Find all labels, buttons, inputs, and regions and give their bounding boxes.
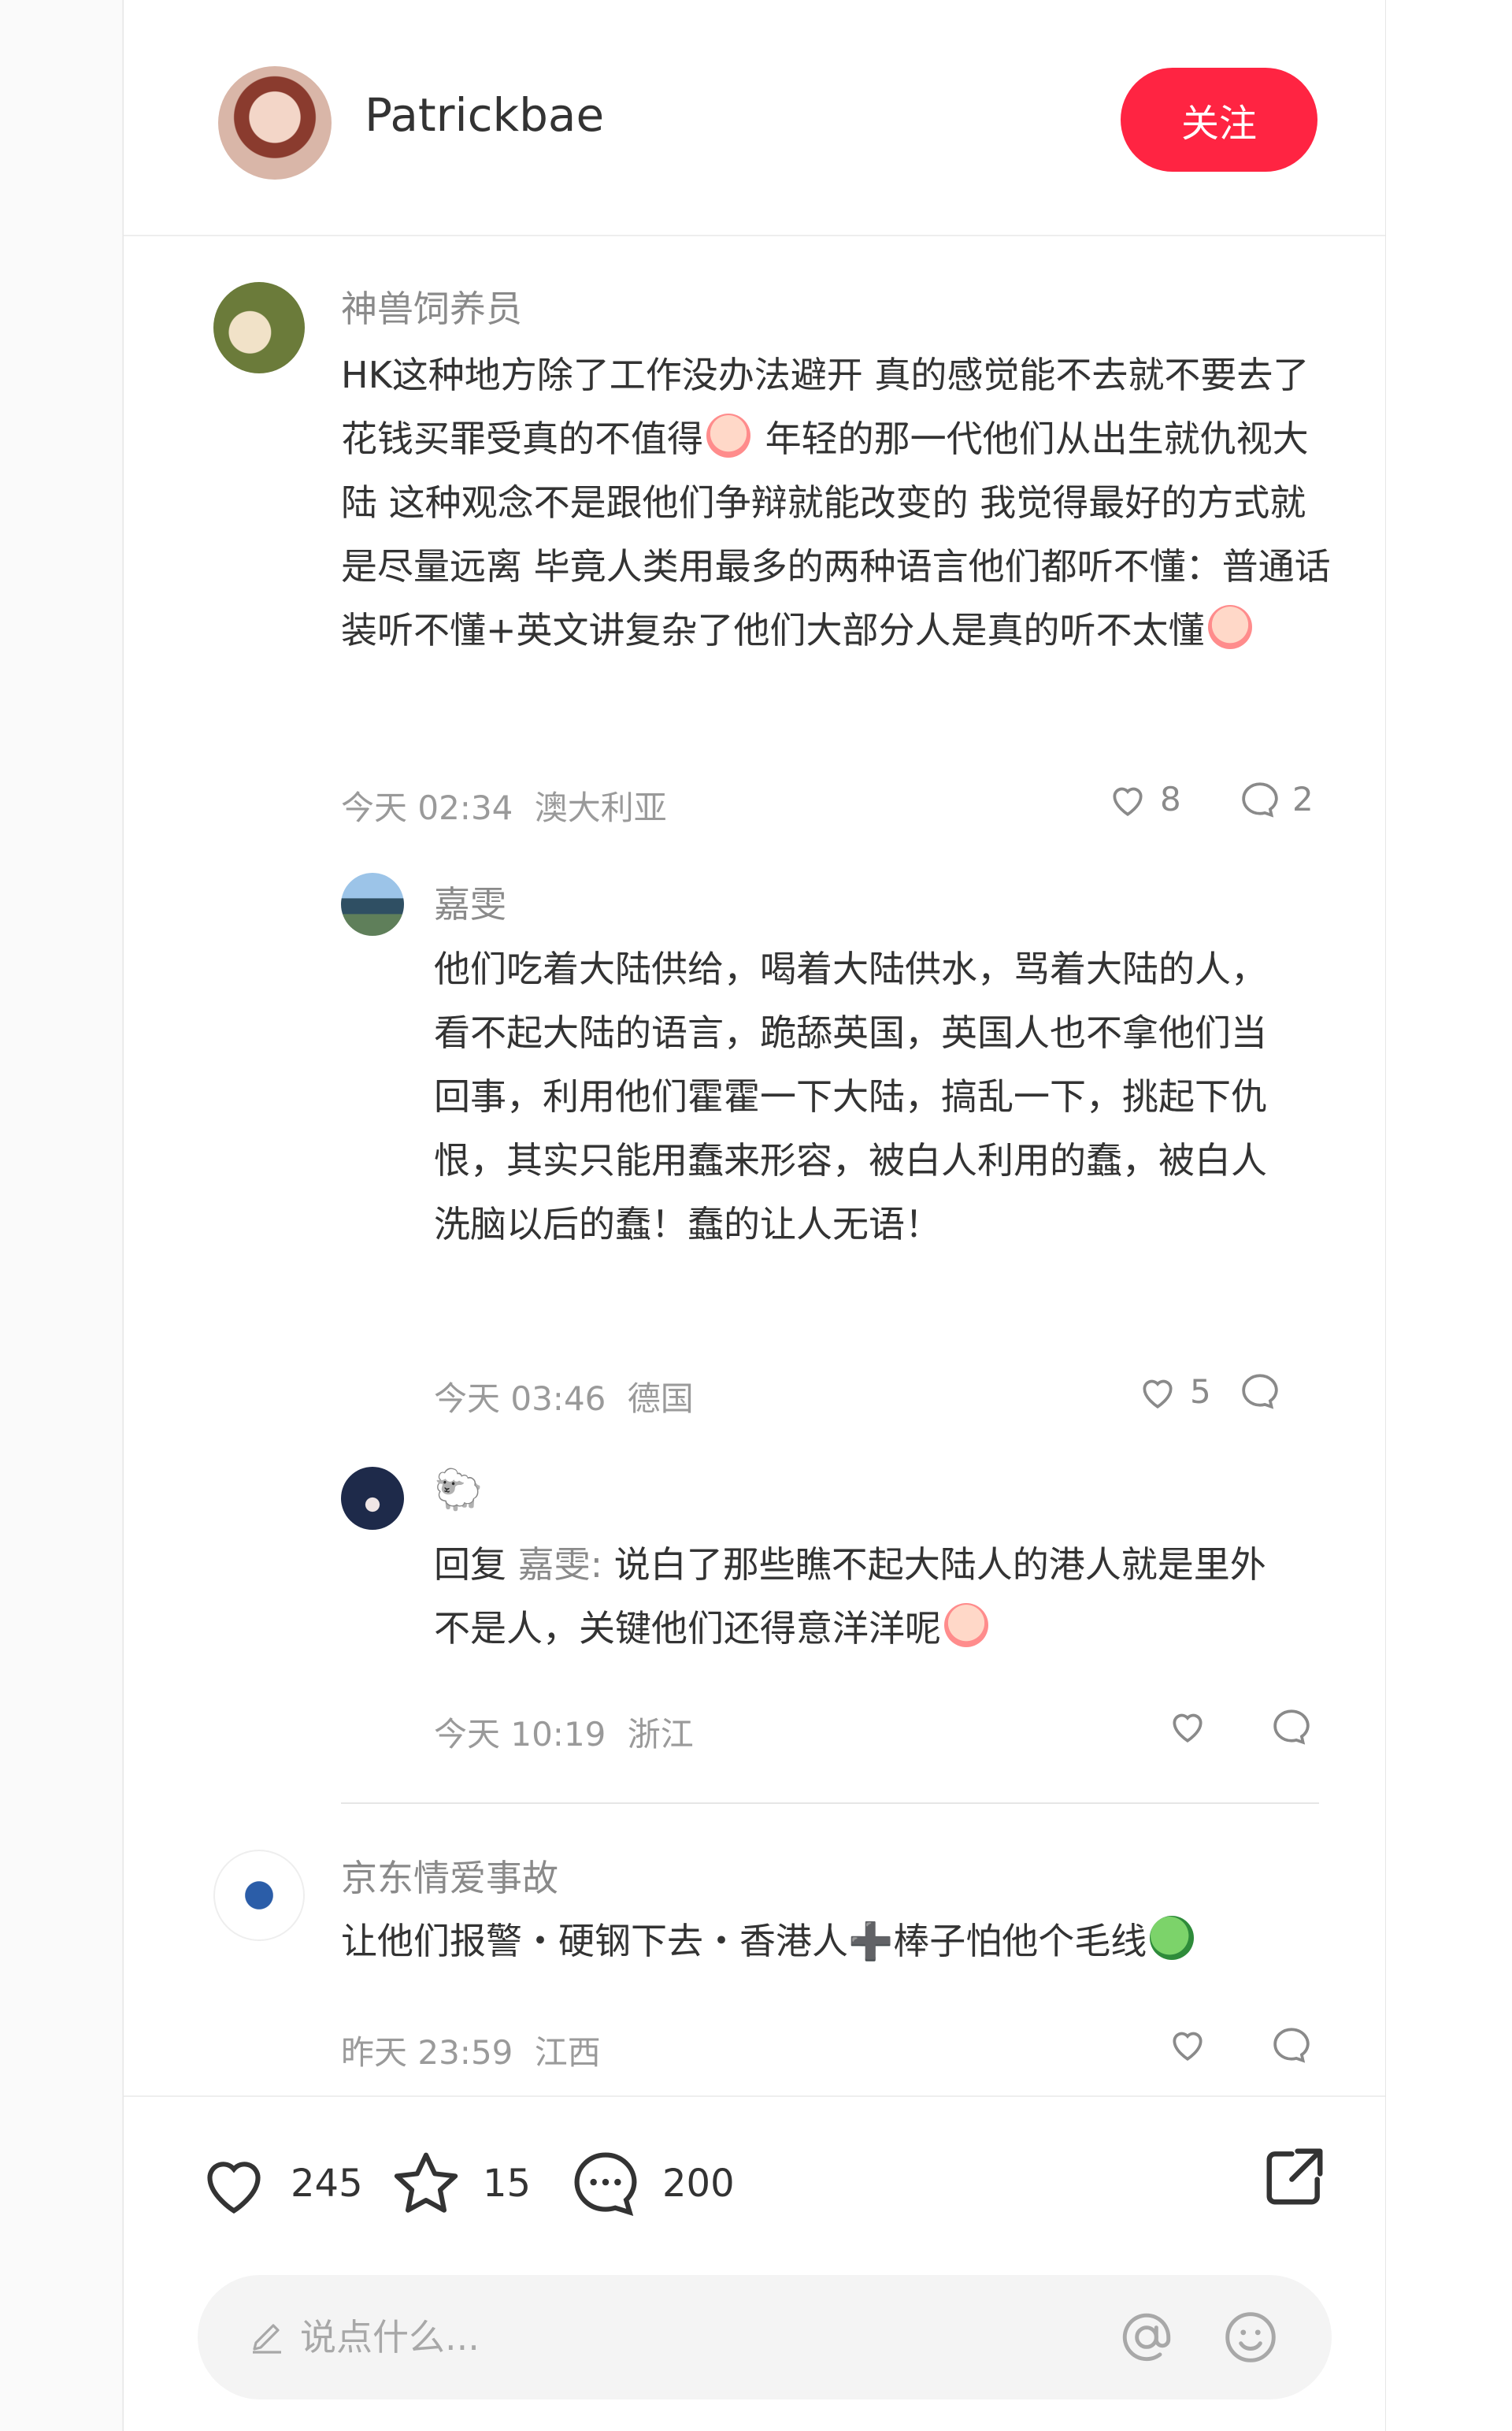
comment-input[interactable] <box>300 2275 1088 2399</box>
commenter-avatar[interactable] <box>341 873 404 936</box>
comment-text: HK这种地方除了工作没办法避开 真的感觉能不去就不要去了 花钱买罪受真的不值得 … <box>341 343 1333 662</box>
comment-meta: 今天 10:19 浙江 <box>434 1708 694 1756</box>
cross-emoji-icon: ➕ <box>848 1920 894 1962</box>
commenter-name[interactable]: 🐑 <box>434 1467 483 1513</box>
engagement-bar: 245 15 200 <box>124 2095 1385 2431</box>
comment-bubble-icon <box>1273 2028 1310 2063</box>
share-button[interactable] <box>1261 2143 1329 2214</box>
comment-location: 德国 <box>627 1379 694 1418</box>
commenter-avatar[interactable] <box>213 282 305 373</box>
commenter-name[interactable]: 嘉雯 <box>434 876 506 928</box>
pen-icon <box>253 2324 281 2354</box>
reply-action[interactable] <box>1240 1372 1280 1410</box>
heart-icon <box>207 2162 261 2214</box>
like-action[interactable] <box>1168 1708 1207 1744</box>
comment-location: 浙江 <box>627 1715 694 1754</box>
comment-bubble-icon <box>1242 781 1278 818</box>
leaf-emoji-icon <box>1150 1916 1195 1960</box>
comment-meta: 昨天 23:59 江西 <box>341 2026 601 2074</box>
comment-bubble-icon <box>574 2152 637 2217</box>
comment-time: 今天 03:46 <box>434 1379 606 1418</box>
commenter-name[interactable]: 神兽饲养员 <box>341 280 522 332</box>
heart-icon <box>1113 787 1143 816</box>
comment-location: 澳大利亚 <box>534 789 667 827</box>
author-header: Patrickbae 关注 <box>124 0 1385 236</box>
heart-icon <box>1173 2032 1203 2061</box>
crying-emoji-icon <box>1207 605 1252 649</box>
reply-count: 2 <box>1292 780 1314 818</box>
heart-icon <box>1143 1379 1173 1408</box>
collect-button[interactable]: 15 <box>390 2149 531 2218</box>
commenter-name[interactable]: 京东情爱事故 <box>341 1850 558 1902</box>
comment-time: 昨天 23:59 <box>341 2033 513 2072</box>
like-action[interactable]: 8 <box>1108 780 1181 818</box>
like-total: 245 <box>291 2162 363 2206</box>
comment-time: 今天 10:19 <box>434 1715 606 1754</box>
comment-text: 他们吃着大陆供给，喝着大陆供水，骂着大陆的人，看不起大陆的语言，跪舔英国，英国人… <box>434 948 1267 1245</box>
crying-emoji-icon <box>706 414 750 458</box>
emoji-smile-icon[interactable] <box>1221 2308 1280 2366</box>
author-avatar[interactable] <box>218 66 332 180</box>
like-button[interactable]: 245 <box>198 2151 363 2217</box>
comment-meta: 今天 03:46 德国 <box>434 1372 694 1420</box>
like-count: 5 <box>1190 1372 1211 1411</box>
author-name[interactable]: Patrickbae <box>365 88 604 142</box>
like-action[interactable] <box>1168 2026 1207 2062</box>
collect-total: 15 <box>483 2162 532 2206</box>
comment-meta: 今天 02:34 澳大利亚 <box>341 781 667 830</box>
comment-text: 让他们报警・硬钢下去・香港人➕棒子怕他个毛线 <box>341 1910 1333 1973</box>
comment-text: 回复 嘉雯: 说白了那些瞧不起大陆人的港人就是里外不是人，关键他们还得意洋洋呢 <box>434 1533 1300 1661</box>
like-action[interactable]: 5 <box>1138 1372 1211 1411</box>
crying-emoji-icon <box>944 1603 988 1647</box>
reply-action[interactable] <box>1272 1708 1311 1746</box>
comment-button[interactable]: 200 <box>569 2147 735 2220</box>
reply-action[interactable]: 2 <box>1240 780 1314 818</box>
follow-button[interactable]: 关注 <box>1121 68 1317 172</box>
comment-divider <box>341 1802 1319 1804</box>
heart-icon <box>1173 1713 1203 1743</box>
comment-time: 今天 02:34 <box>341 789 513 827</box>
commenter-avatar[interactable] <box>213 1850 305 1941</box>
comment-text-part: 棒子怕他个毛线 <box>893 1920 1147 1962</box>
star-icon <box>394 2152 458 2213</box>
left-background-strip <box>0 0 123 2431</box>
comment-text-part: 让他们报警・硬钢下去・香港人 <box>341 1920 848 1962</box>
page: Patrickbae 关注 神兽饲养员 HK这种地方除了工作没办法避开 真的感觉… <box>0 0 1512 2431</box>
comment-location: 江西 <box>534 2033 601 2072</box>
reply-prefix: 回复 <box>434 1543 506 1586</box>
comment-input-box[interactable] <box>198 2275 1332 2399</box>
comment-bubble-icon <box>1242 1374 1278 1409</box>
commenter-avatar[interactable] <box>341 1467 404 1530</box>
comment-total: 200 <box>662 2162 735 2206</box>
note-detail-panel: Patrickbae 关注 神兽饲养员 HK这种地方除了工作没办法避开 真的感觉… <box>123 0 1386 2431</box>
like-count: 8 <box>1160 780 1181 818</box>
reply-target-name[interactable]: 嘉雯: <box>518 1543 603 1586</box>
share-icon <box>1266 2148 1323 2205</box>
reply-action[interactable] <box>1272 2026 1311 2064</box>
mention-at-icon[interactable] <box>1117 2308 1176 2366</box>
comment-bubble-icon <box>1273 1709 1310 1745</box>
